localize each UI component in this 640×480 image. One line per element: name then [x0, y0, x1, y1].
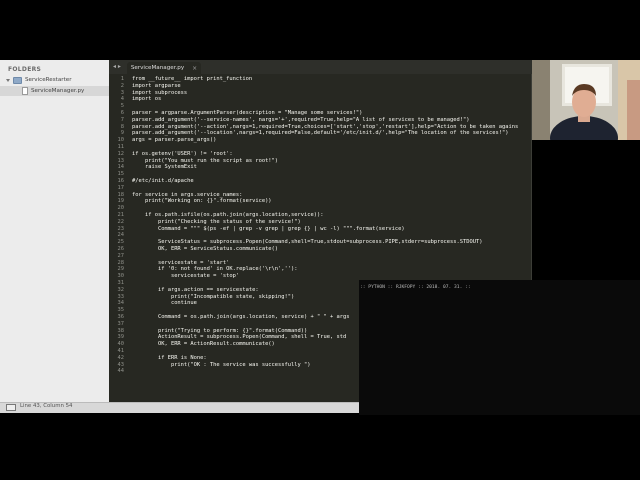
presenter-image [532, 60, 640, 140]
line-number: 12 [117, 150, 125, 157]
line-number: 35 [117, 307, 125, 314]
code-line: print("Working on: {}".format(service)) [132, 198, 272, 205]
line-number: 39 [117, 334, 125, 341]
line-number: 10 [117, 137, 125, 144]
code-line: Command = os.path.join(args.location, se… [132, 314, 350, 320]
code-line: from __future__ import print_function [132, 76, 253, 82]
code-line: import subprocess [132, 89, 188, 96]
folder-label: ServiceRestarter [25, 77, 72, 83]
code-line: if ERR is None: [132, 354, 207, 361]
close-icon[interactable]: × [192, 65, 197, 72]
line-number: 42 [117, 354, 125, 361]
line-number: 30 [117, 273, 125, 280]
line-number: 37 [117, 320, 125, 327]
line-number: 11 [117, 144, 125, 150]
line-number: 3 [120, 89, 124, 96]
code-line: parser.add_argument('--location',nargs=1… [132, 130, 509, 137]
tab-label: ServiceManager.py [130, 65, 185, 71]
code-line: print("You must run the script as root!"… [132, 157, 279, 164]
code-line: print("Incompatible state, skipping!") [132, 293, 295, 300]
panel-toggle-icon[interactable] [6, 404, 16, 411]
line-number: 17 [117, 184, 125, 191]
terminal-panel[interactable] [359, 280, 640, 415]
code-line: if '0: not found' in OK.replace('\r\n','… [132, 266, 298, 273]
code-line: parser.add_argument('--action',nargs=1,r… [132, 123, 519, 130]
code-line: continue [132, 300, 197, 307]
line-number: 18 [117, 191, 125, 198]
sidebar [0, 60, 110, 402]
line-number: 15 [117, 171, 125, 178]
line-number: 23 [117, 225, 125, 232]
code-line: ServiceStatus = subprocess.Popen(Command… [132, 239, 483, 246]
sidebar-item-folder[interactable]: ServiceRestarter [6, 75, 109, 85]
line-number: 27 [117, 252, 125, 259]
code-line: for service in args.service_names: [132, 191, 243, 198]
line-number: 26 [117, 246, 125, 252]
sidebar-title: FOLDERS [8, 66, 42, 73]
line-number: 38 [117, 327, 125, 334]
code-line: servicestate = 'start' [132, 259, 230, 266]
code-line: parser.add_argument('--service-names', n… [132, 116, 470, 123]
code-line: ActionResult = subprocess.Popen(Command,… [132, 334, 347, 341]
line-number: 44 [117, 368, 125, 375]
line-number: 25 [117, 239, 125, 246]
code-line: if os.getenv('USER') != 'root': [132, 150, 233, 157]
line-number: 8 [120, 123, 124, 130]
code-line: servicestate = 'stop' [132, 273, 240, 280]
line-number: 9 [120, 130, 124, 137]
line-number: 5 [120, 103, 124, 110]
code-line: import argparse [132, 82, 181, 89]
line-number: 19 [117, 198, 125, 205]
line-number: 14 [117, 164, 125, 171]
code-line: OK, ERR = ActionResult.communicate() [132, 341, 275, 348]
chevron-down-icon [6, 78, 10, 82]
line-number: 13 [117, 157, 125, 164]
webcam-overlay [532, 60, 640, 140]
line-number: 22 [117, 218, 125, 225]
code-line: import os [132, 96, 162, 103]
line-number: 4 [120, 96, 124, 103]
folder-icon [13, 76, 22, 84]
code-line: print("OK : The service was successfully… [132, 361, 311, 368]
code-line: #/etc/init.d/apache [132, 178, 194, 184]
line-number: 36 [117, 314, 125, 320]
code-line: parser = argparse.ArgumentParser(descrip… [132, 110, 363, 116]
code-line: raise SystemExit [132, 164, 197, 171]
line-number: 1 [120, 76, 124, 82]
code-line: args = parser.parse_args() [132, 137, 217, 144]
line-number: 2 [120, 82, 124, 89]
code-line: print("Trying to perform: {}".format(Com… [132, 327, 308, 334]
code-line: OK, ERR = ServiceStatus.communicate() [132, 246, 279, 252]
line-number: 29 [117, 266, 125, 273]
line-number: 7 [120, 116, 124, 123]
python-file-icon [22, 87, 28, 95]
tab-nav-arrows[interactable]: ◂ ▸ [113, 63, 121, 70]
terminal-output: :: PYTHON :: RJKFOPY :: 2018. 07. 31. :: [360, 285, 471, 290]
line-number: 21 [117, 212, 125, 218]
line-number: 20 [117, 205, 125, 212]
line-number: 32 [117, 286, 125, 293]
line-number: 40 [117, 341, 125, 348]
line-number: 6 [120, 110, 124, 116]
line-number: 28 [117, 259, 125, 266]
line-number: 16 [117, 178, 125, 184]
code-line: if args.action == servicestate: [132, 286, 259, 293]
code-line: if os.path.isfile(os.path.join(args.loca… [132, 212, 324, 218]
line-number: 43 [117, 361, 125, 368]
status-position: Line 43, Column 54 [20, 403, 73, 409]
tab-servicemanager[interactable]: ServiceManager.py × [127, 62, 201, 74]
line-number: 34 [117, 300, 125, 307]
line-number: 31 [117, 280, 125, 286]
sidebar-item-file[interactable]: ServiceManager.py [0, 86, 109, 96]
code-line: print("Checking the status of the servic… [132, 218, 301, 225]
line-number: 33 [117, 293, 125, 300]
code-line: Command = """ $(ps -ef | grep -v grep | … [132, 225, 405, 232]
line-number: 24 [117, 232, 125, 239]
file-label: ServiceManager.py [31, 88, 85, 94]
line-number: 41 [117, 348, 125, 354]
